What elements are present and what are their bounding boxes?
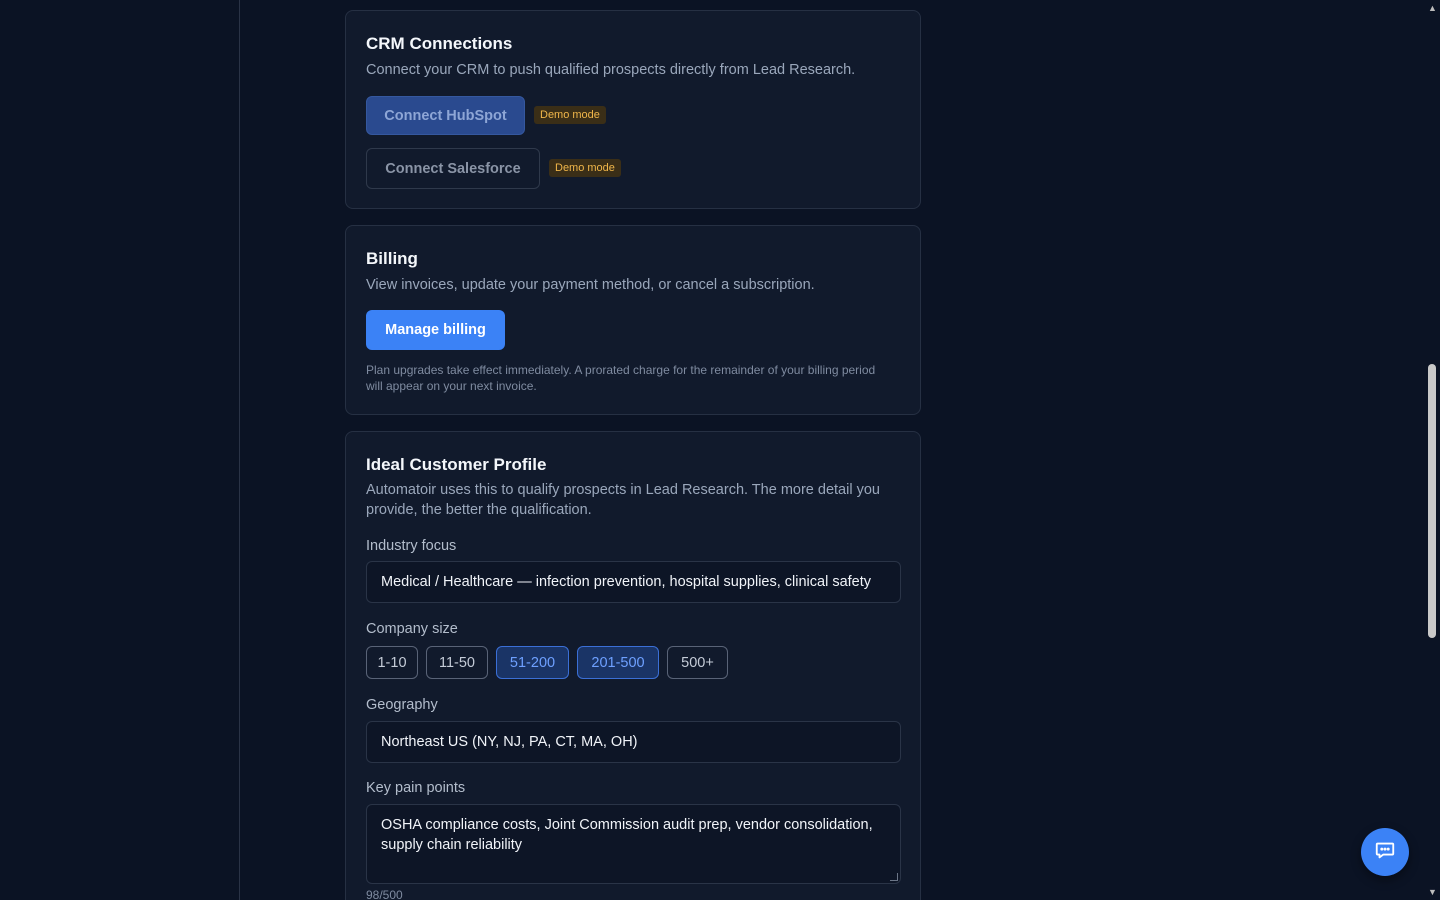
company-size-option-51-200[interactable]: 51-200 bbox=[496, 646, 569, 679]
billing-title: Billing bbox=[366, 249, 418, 268]
company-size-option-11-50[interactable]: 11-50 bbox=[426, 646, 488, 679]
connect-salesforce-button[interactable]: Connect Salesforce bbox=[366, 148, 540, 189]
geography-label: Geography bbox=[366, 697, 438, 713]
connect-hubspot-button[interactable]: Connect HubSpot bbox=[366, 96, 525, 135]
chat-launcher-button[interactable] bbox=[1361, 828, 1409, 876]
sidebar-edge bbox=[0, 0, 240, 900]
company-size-label: Company size bbox=[366, 621, 458, 637]
geography-input[interactable]: Northeast US (NY, NJ, PA, CT, MA, OH) bbox=[366, 721, 901, 763]
industry-focus-input[interactable]: Medical / Healthcare — infection prevent… bbox=[366, 561, 901, 603]
page-scrollbar[interactable]: ▲ ▼ bbox=[1425, 0, 1440, 900]
manage-billing-button[interactable]: Manage billing bbox=[366, 310, 505, 350]
scrollbar-thumb[interactable] bbox=[1428, 364, 1436, 638]
icp-card: Ideal Customer Profile Automatoir uses t… bbox=[345, 431, 921, 900]
scroll-down-arrow-icon[interactable]: ▼ bbox=[1427, 887, 1438, 897]
demo-mode-badge: Demo mode bbox=[534, 106, 606, 124]
scroll-up-arrow-icon[interactable]: ▲ bbox=[1427, 3, 1438, 13]
key-pain-points-label: Key pain points bbox=[366, 780, 466, 796]
resize-handle-icon[interactable] bbox=[890, 873, 898, 881]
billing-note: Plan upgrades take effect immediately. A… bbox=[366, 363, 876, 393]
billing-description: View invoices, update your payment metho… bbox=[366, 277, 815, 293]
company-size-option-201-500[interactable]: 201-500 bbox=[577, 646, 659, 679]
icp-description: Automatoir uses this to qualify prospect… bbox=[366, 482, 880, 518]
crm-connections-card: CRM Connections Connect your CRM to push… bbox=[345, 10, 921, 209]
icp-title: Ideal Customer Profile bbox=[366, 455, 547, 474]
company-size-option-1-10[interactable]: 1-10 bbox=[366, 646, 418, 679]
billing-card: Billing View invoices, update your payme… bbox=[345, 225, 921, 415]
key-pain-points-text: OSHA compliance costs, Joint Commission … bbox=[381, 817, 873, 853]
pain-points-char-counter: 98/500 bbox=[366, 888, 403, 900]
company-size-option-500-plus[interactable]: 500+ bbox=[667, 646, 728, 679]
chat-bubble-icon bbox=[1374, 839, 1396, 866]
settings-main: CRM Connections Connect your CRM to push… bbox=[240, 0, 1425, 900]
crm-description: Connect your CRM to push qualified prosp… bbox=[366, 62, 856, 78]
company-size-options: 1-10 11-50 51-200 201-500 500+ bbox=[366, 646, 906, 680]
crm-title: CRM Connections bbox=[366, 34, 513, 53]
key-pain-points-textarea[interactable]: OSHA compliance costs, Joint Commission … bbox=[366, 804, 901, 884]
industry-focus-label: Industry focus bbox=[366, 538, 457, 554]
demo-mode-badge: Demo mode bbox=[549, 159, 621, 177]
